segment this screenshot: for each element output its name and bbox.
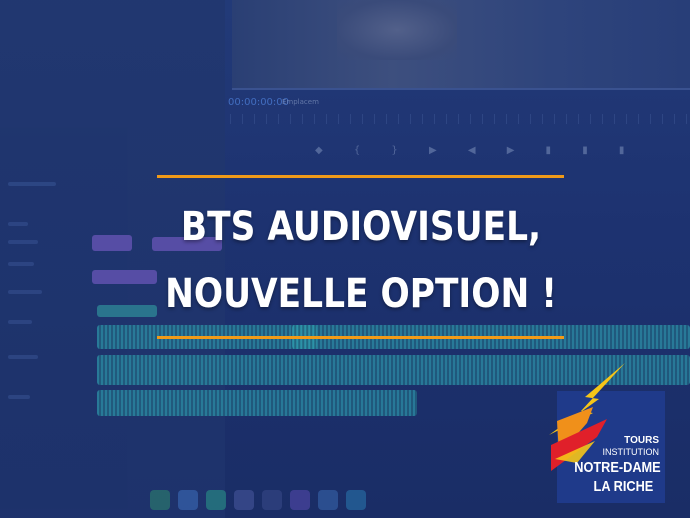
headline-line-1: BTS AUDIOVISUEL, xyxy=(180,204,542,250)
panel-row xyxy=(8,395,30,399)
video-clip xyxy=(92,235,132,251)
logo-place: LA RICHE xyxy=(593,478,653,495)
panel-row xyxy=(8,290,42,294)
app-icon xyxy=(150,490,170,510)
video-clip xyxy=(92,270,157,284)
timeline-ruler xyxy=(230,114,690,124)
headline-rule-bottom xyxy=(157,336,564,339)
transport-controls: ◆ { } ▶ ◀ ▶ ▮ ▮ ▮ xyxy=(315,145,639,156)
app-icon xyxy=(234,490,254,510)
panel-row xyxy=(8,320,32,324)
app-icon xyxy=(178,490,198,510)
headline-line-2: NOUVELLE OPTION ! xyxy=(165,271,557,317)
preview-figure xyxy=(337,0,457,60)
taskbar xyxy=(110,455,540,518)
audio-clip xyxy=(97,305,157,317)
app-icon xyxy=(206,490,226,510)
app-icon xyxy=(318,490,338,510)
app-icon xyxy=(290,490,310,510)
logo-name: NOTRE-DAME xyxy=(574,459,661,476)
app-icon xyxy=(346,490,366,510)
headline-rule-top xyxy=(157,175,564,178)
video-preview xyxy=(232,0,690,90)
logo-city: TOURS xyxy=(624,435,659,446)
school-logo: TOURS INSTITUTION NOTRE-DAME LA RICHE xyxy=(547,363,665,503)
panel-row xyxy=(8,262,34,266)
app-icon xyxy=(262,490,282,510)
zoom-dropdown: Emplacem xyxy=(282,98,319,106)
panel-row xyxy=(8,222,28,226)
timecode-readout: 00:00:00:00 xyxy=(228,97,290,108)
logo-institution: INSTITUTION xyxy=(602,447,660,457)
panel-row xyxy=(8,240,38,244)
audio-waveform xyxy=(97,390,417,416)
panel-row xyxy=(8,182,56,186)
panel-row xyxy=(8,355,38,359)
